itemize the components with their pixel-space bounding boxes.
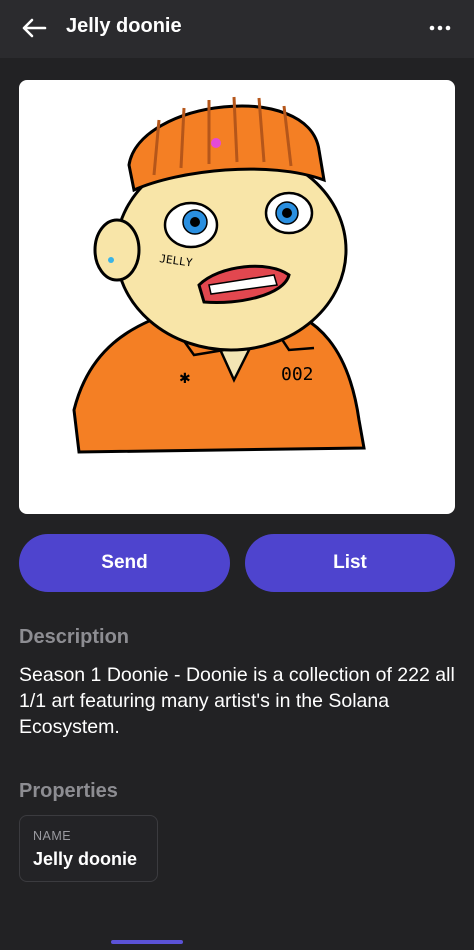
arrow-left-icon <box>22 18 47 38</box>
description-text: Season 1 Doonie - Doonie is a collection… <box>19 664 455 738</box>
top-app-bar: Jelly doonie <box>0 0 474 58</box>
page-title: Jelly doonie <box>66 15 182 37</box>
shirt-number: 002 <box>281 364 314 385</box>
description-heading: Description <box>19 626 130 648</box>
nft-image: JELLY 002 ✱ <box>19 80 455 514</box>
svg-text:✱: ✱ <box>179 371 191 387</box>
more-options-button[interactable] <box>424 14 456 42</box>
home-indicator <box>111 940 183 944</box>
more-horizontal-icon <box>429 25 451 31</box>
properties-heading: Properties <box>19 780 118 802</box>
property-key: NAME <box>33 829 72 843</box>
nft-artwork: JELLY 002 ✱ <box>72 96 366 454</box>
property-value: Jelly doonie <box>33 849 138 869</box>
send-button[interactable]: Send <box>19 534 230 592</box>
back-button[interactable] <box>18 14 50 42</box>
property-card-name: NAME Jelly doonie <box>19 815 158 882</box>
list-button[interactable]: List <box>245 534 455 592</box>
